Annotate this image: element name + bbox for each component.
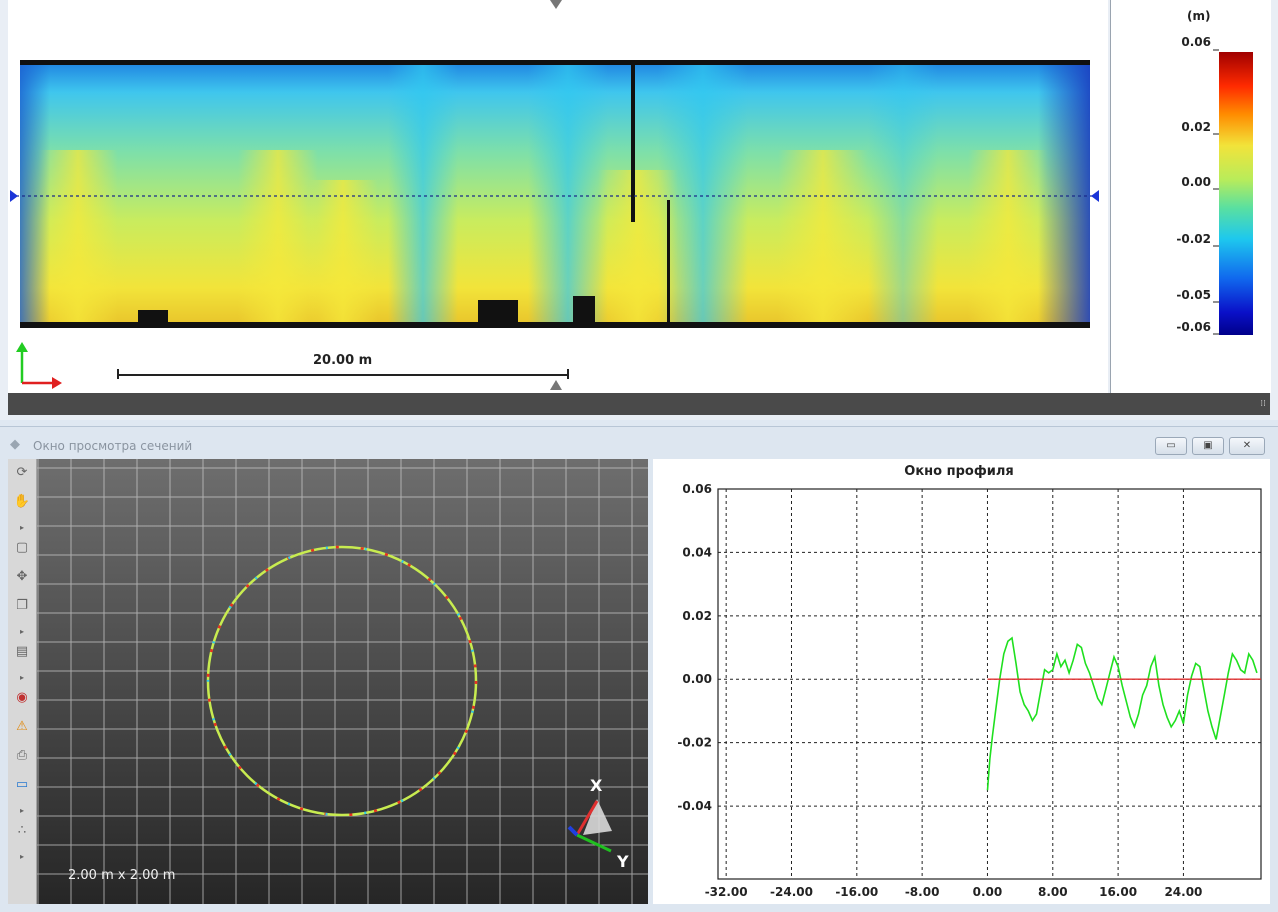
window-title: Окно просмотра сечений (33, 439, 193, 453)
arrow-icon[interactable]: ▸ (8, 806, 36, 815)
y-tick-label: 0.04 (682, 545, 712, 559)
deviation-map-canvas[interactable] (8, 0, 1108, 393)
scale-bar (117, 369, 569, 379)
legend-color-bar (1219, 52, 1253, 335)
legend-tick: 0.00 (1181, 175, 1211, 189)
x-tick-label: -32.00 (705, 885, 748, 899)
legend-tick: -0.05 (1176, 288, 1211, 302)
hand-icon[interactable]: ✋ (8, 494, 36, 509)
move-icon[interactable]: ✥ (8, 569, 36, 584)
image-icon[interactable]: ▭ (8, 777, 36, 792)
arrow-icon[interactable]: ▸ (8, 852, 36, 861)
x-tick-label: 8.00 (1038, 885, 1068, 899)
x-tick-label: -8.00 (905, 885, 940, 899)
maximize-button[interactable]: ▣ (1192, 437, 1224, 455)
page-icon[interactable]: ▢ (8, 540, 36, 555)
x-tick-label: -16.00 (835, 885, 878, 899)
arrow-icon[interactable]: ▸ (8, 673, 36, 682)
legend-unit: (m) (1187, 9, 1211, 23)
section-toolbar: ⟳ ✋ ▸ ▢ ✥ ❐ ▸ ▤ ▸ ◉ ⚠ ⎙ ▭ ▸ ∴ ▸ (8, 459, 37, 904)
dots-icon[interactable]: ∴ (8, 823, 36, 838)
window-app-icon: ◆ (10, 437, 20, 452)
legend-tick: 0.06 (1181, 35, 1211, 49)
profile-chart[interactable]: -32.00 -24.00 -16.00 -8.00 0.00 8.00 16.00 24.0… (653, 459, 1270, 904)
plot-frame (717, 488, 1262, 880)
eye-icon[interactable]: ◉ (8, 690, 36, 705)
section-marker-right[interactable] (1091, 190, 1099, 202)
section-marker-bottom[interactable] (550, 380, 562, 390)
legend-tick: -0.06 (1176, 320, 1211, 334)
scale-bar-label: 20.00 m (313, 353, 373, 368)
x-tick-label: 16.00 (1099, 885, 1137, 899)
y-tick-label: 0.06 (682, 482, 712, 496)
grid-size-label: 2.00 m x 2.00 m (68, 868, 176, 883)
section-points-red (206, 545, 478, 817)
arrow-icon[interactable]: ▸ (8, 627, 36, 636)
y-tick-label: 0.02 (682, 609, 712, 623)
section-canvas[interactable] (37, 459, 648, 904)
legend-tick-marks (1213, 49, 1219, 335)
section-profile-circle (206, 545, 478, 817)
section-marker-left[interactable] (10, 190, 18, 202)
legend-tick: -0.02 (1176, 232, 1211, 246)
legend-tick: 0.02 (1181, 120, 1211, 134)
section-view[interactable]: X Y 2.00 m x 2.00 m (37, 459, 648, 904)
profile-deviation-line (986, 636, 1258, 791)
deviation-map-view[interactable]: 20.00 m (8, 0, 1108, 393)
resize-grip-icon[interactable]: ⁞⁞ (1260, 399, 1266, 409)
x-tick-label: -24.00 (770, 885, 813, 899)
y-tick-label: -0.04 (677, 799, 712, 813)
top-status-bar: ⁞⁞ (8, 393, 1270, 415)
y-tick-label: -0.02 (677, 736, 712, 750)
rotate-icon[interactable]: ⟳ (8, 465, 36, 480)
deviation-map-pane: 20.00 m (m) 0.06 0.02 0.00 -0.02 -0.05 -… (0, 0, 1278, 420)
doc-icon[interactable]: ▤ (8, 644, 36, 659)
axis-x-label: X (590, 776, 603, 795)
section-grid (37, 459, 648, 904)
close-button[interactable]: ✕ (1229, 437, 1265, 455)
copy-icon[interactable]: ❐ (8, 598, 36, 613)
arrow-icon[interactable]: ▸ (8, 523, 36, 532)
section-points-cyan (206, 545, 478, 817)
minimize-button[interactable]: ▭ (1155, 437, 1187, 455)
warning-icon[interactable]: ⚠ (8, 719, 36, 734)
axes-gizmo (16, 342, 62, 389)
print-icon[interactable]: ⎙ (8, 748, 36, 763)
view-orientation-gizmo (567, 799, 612, 853)
axis-y-label: Y (617, 852, 629, 871)
profile-panel[interactable]: Окно профиля -32.00 -24.00 -16.00 -8.00 0.00… (653, 459, 1270, 904)
y-tick-label: 0.00 (682, 672, 712, 686)
color-legend: (m) 0.06 0.02 0.00 -0.02 -0.05 -0.06 (1110, 0, 1271, 393)
section-marker-top[interactable] (550, 0, 562, 9)
x-tick-label: 0.00 (973, 885, 1003, 899)
x-tick-label: 24.00 (1164, 885, 1202, 899)
